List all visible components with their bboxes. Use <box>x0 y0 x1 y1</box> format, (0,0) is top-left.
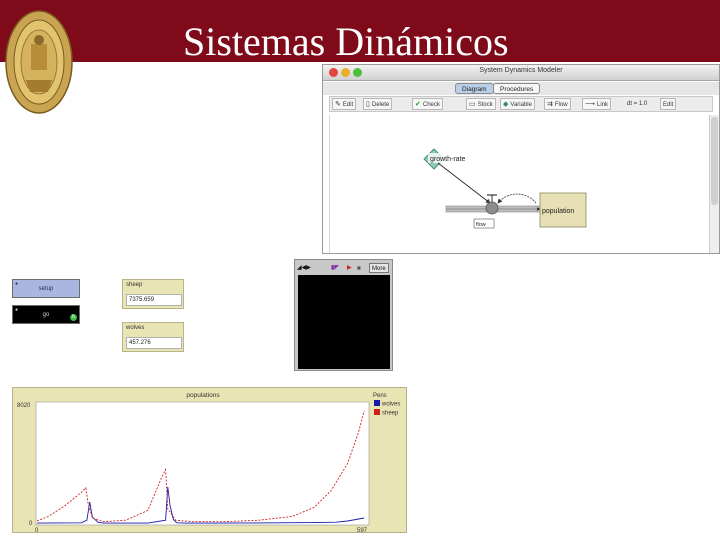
flow-label: flow <box>476 222 486 228</box>
legend-swatch-sheep <box>374 409 380 415</box>
wolves-monitor-label: wolves <box>126 325 145 331</box>
plot-legend: wolves sheep <box>374 400 400 417</box>
forever-loop-icon: ↻ <box>70 314 77 321</box>
system-dynamics-modeler-window: System Dynamics Modeler Diagram Procedur… <box>322 64 720 254</box>
check-label: Check <box>422 102 440 108</box>
populations-plot-svg: populations 8020 0 0 597 Pens wolves shee… <box>17 392 400 534</box>
slide-title: Sistemas Dinámicos <box>183 19 509 64</box>
edit-button[interactable]: ✎ Edit <box>332 98 357 110</box>
edit-dt-button[interactable]: Edit <box>660 98 677 110</box>
diagram-toolbar: ✎ Edit ▯ Delete ✔ Check ▭ Stock ◆ Variable ⇉ F… <box>329 96 713 112</box>
edit-label: Edit <box>342 102 354 108</box>
setup-button[interactable]: ● setup <box>12 279 80 298</box>
view-arrows-icon[interactable]: ◢◀▶ <box>297 263 311 273</box>
button-corner-mark: ● <box>15 307 19 313</box>
plot-area <box>35 401 370 526</box>
setup-label: setup <box>38 286 54 292</box>
university-seal-logo <box>5 10 73 114</box>
button-corner-mark: ● <box>15 281 19 287</box>
variable-diamond-icon: ◆ <box>503 101 509 108</box>
variable-button[interactable]: ◆ Variable <box>500 98 535 110</box>
sheep-monitor: sheep 7375.659 <box>122 279 184 309</box>
legend-label-sheep: sheep <box>382 411 399 417</box>
tab-diagram[interactable]: Diagram <box>455 83 494 94</box>
x-tick-min: 0 <box>35 528 39 534</box>
shape-editor-icon[interactable]: ▮◤ <box>331 263 339 273</box>
view-controls: ◢◀▶ ▮◤ ▶ ▦ More <box>297 262 392 274</box>
growth-rate-label: growth-rate <box>430 156 466 163</box>
flow-label: Flow <box>554 102 568 108</box>
window-titlebar[interactable]: System Dynamics Modeler <box>323 65 719 81</box>
go-label: go <box>42 312 50 318</box>
dt-readout: dt = 1.0 <box>627 101 648 107</box>
flow-valve-icon: ⇉ <box>547 101 553 108</box>
stock-label: Stock <box>477 102 493 108</box>
plot-title: populations <box>186 392 220 399</box>
delete-button[interactable]: ▯ Delete <box>363 98 393 110</box>
y-tick-min: 0 <box>29 521 33 527</box>
flow-valve[interactable] <box>485 201 499 215</box>
population-label: population <box>542 208 574 215</box>
legend-title: Pens <box>373 393 387 399</box>
y-tick-max: 8020 <box>17 403 31 409</box>
stock-button[interactable]: ▭ Stock <box>466 98 496 110</box>
diagram-canvas[interactable]: growth-rate flow population <box>329 115 707 253</box>
diagram-scrollbar[interactable] <box>709 115 719 253</box>
delete-icon: ▯ <box>366 101 370 108</box>
check-button[interactable]: ✔ Check <box>412 98 443 110</box>
legend-label-wolves: wolves <box>381 402 400 408</box>
sheep-monitor-label: sheep <box>126 282 143 288</box>
view-more-button[interactable]: More <box>369 263 389 273</box>
link-arrow-icon: ⟶ <box>585 101 596 108</box>
stock-icon: ▭ <box>469 101 476 108</box>
x-tick-max: 597 <box>357 528 368 534</box>
window-title: System Dynamics Modeler <box>479 67 563 74</box>
scrollbar-thumb[interactable] <box>711 117 718 205</box>
legend-swatch-wolves <box>374 400 380 406</box>
wolves-monitor-value: 457.276 <box>126 337 182 349</box>
delete-label: Delete <box>371 102 390 108</box>
link-label: Link <box>597 102 609 108</box>
world-view-canvas[interactable] <box>298 275 390 369</box>
feedback-link[interactable] <box>497 193 537 204</box>
checkmark-icon: ✔ <box>415 101 421 108</box>
grid-icon[interactable]: ▦ <box>357 263 361 273</box>
world-view: ◢◀▶ ▮◤ ▶ ▦ More <box>294 259 393 371</box>
link-button[interactable]: ⟶ Link <box>582 98 612 110</box>
tab-procedures[interactable]: Procedures <box>493 83 541 94</box>
wolves-monitor: wolves 457.276 <box>122 322 184 352</box>
record-icon[interactable]: ▶ <box>347 263 352 273</box>
populations-plot: populations 8020 0 0 597 Pens wolves shee… <box>12 387 407 534</box>
rate-link[interactable] <box>437 162 491 204</box>
tab-bar: Diagram Procedures <box>323 82 719 95</box>
sheep-monitor-value: 7375.659 <box>126 294 182 306</box>
stock-flow-diagram: growth-rate flow population <box>423 148 587 229</box>
go-button[interactable]: ● go ↻ <box>12 305 80 324</box>
variable-label: Variable <box>510 102 532 108</box>
pencil-icon: ✎ <box>335 101 341 108</box>
flow-button[interactable]: ⇉ Flow <box>544 98 571 110</box>
